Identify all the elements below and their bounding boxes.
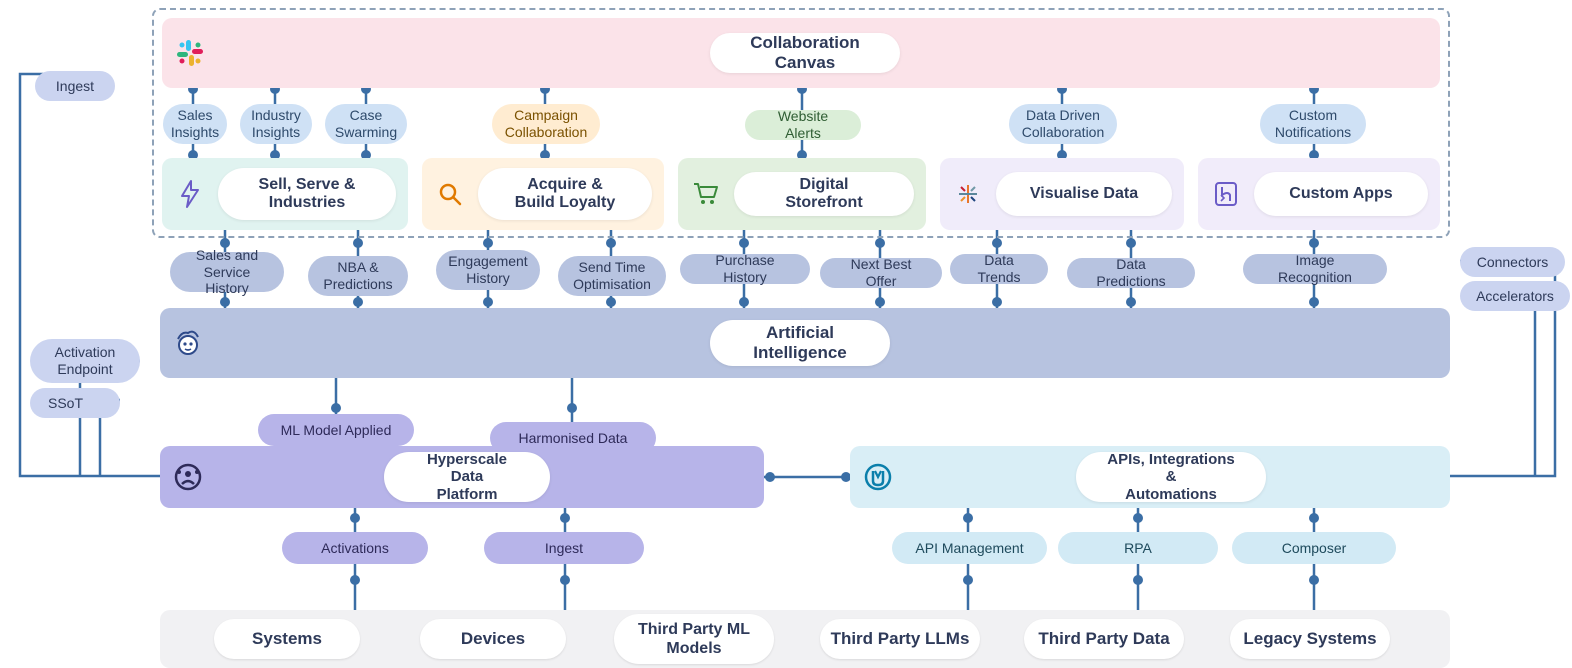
- einstein-icon: [160, 327, 216, 359]
- box-sell-serve: Sell, Serve & Industries: [162, 158, 408, 230]
- pill-ssot: SSoT: [30, 388, 120, 418]
- ai-title: Artificial Intelligence: [710, 320, 890, 366]
- label: SSoT: [48, 395, 83, 412]
- tag-sales-insights: Sales Insights: [163, 104, 227, 144]
- cart-icon: [678, 181, 734, 207]
- search-icon: [422, 181, 478, 207]
- hyperscale-title: Hyperscale Data Platform: [384, 452, 550, 502]
- tag-activations: Activations: [282, 532, 428, 564]
- label: Activation Endpoint: [55, 344, 116, 378]
- label: Accelerators: [1476, 288, 1554, 305]
- label: Connectors: [1477, 254, 1549, 271]
- bottom-legacy: Legacy Systems: [1230, 619, 1390, 659]
- pill-activation-endpoint: Activation Endpoint: [30, 339, 140, 383]
- tag-case-swarming: Case Swarming: [325, 104, 407, 144]
- tag-ingest-bottom: Ingest: [484, 532, 644, 564]
- box-storefront: Digital Storefront: [678, 158, 926, 230]
- tag-data-collab: Data Driven Collaboration: [1009, 104, 1117, 144]
- tag-industry-insights: Industry Insights: [240, 104, 312, 144]
- bottom-systems: Systems: [214, 619, 360, 659]
- visualise-title: Visualise Data: [996, 172, 1172, 216]
- apis-title: APIs, Integrations & Automations: [1076, 452, 1266, 502]
- tag-send-time: Send Time Optimisation: [558, 256, 666, 296]
- tag-custom-notif: Custom Notifications: [1260, 104, 1366, 144]
- storefront-title: Digital Storefront: [734, 172, 914, 216]
- tag-nba: NBA & Predictions: [308, 256, 408, 296]
- pill-connectors: Connectors: [1460, 247, 1565, 277]
- collab-canvas-title: Collaboration Canvas: [710, 33, 900, 73]
- slack-icon: [162, 38, 218, 68]
- tag-website-alerts: Website Alerts: [745, 110, 861, 140]
- bottom-devices: Devices: [420, 619, 566, 659]
- tableau-icon: [940, 181, 996, 207]
- box-visualise: Visualise Data: [940, 158, 1184, 230]
- mulesoft-icon: [850, 462, 906, 492]
- pill-ingest-left: Ingest: [35, 71, 115, 101]
- bottom-tpml: Third Party ML Models: [614, 614, 774, 664]
- lightning-icon: [162, 179, 218, 209]
- tag-data-predictions: Data Predictions: [1067, 258, 1195, 288]
- cdp-icon: [160, 462, 216, 492]
- box-acquire: Acquire & Build Loyalty: [422, 158, 664, 230]
- heroku-icon: [1198, 181, 1254, 207]
- bottom-tpdata: Third Party Data: [1024, 619, 1184, 659]
- tag-nbo: Next Best Offer: [820, 258, 942, 288]
- label: Collaboration Canvas: [740, 33, 870, 73]
- bottom-tpllm: Third Party LLMs: [820, 619, 980, 659]
- tag-data-trends: Data Trends: [950, 254, 1048, 284]
- tag-composer: Composer: [1232, 532, 1396, 564]
- pill-accelerators: Accelerators: [1460, 281, 1570, 311]
- tag-purchase-history: Purchase History: [680, 254, 810, 284]
- tag-api-management: API Management: [892, 532, 1047, 564]
- custom-apps-title: Custom Apps: [1254, 172, 1428, 216]
- tag-campaign-collab: Campaign Collaboration: [492, 104, 600, 144]
- tag-engagement-history: Engagement History: [436, 250, 540, 290]
- label: Ingest: [56, 78, 94, 95]
- acquire-title: Acquire & Build Loyalty: [478, 168, 652, 220]
- sell-serve-title: Sell, Serve & Industries: [218, 168, 396, 220]
- tag-image-recognition: Image Recognition: [1243, 254, 1387, 284]
- box-custom-apps: Custom Apps: [1198, 158, 1440, 230]
- tag-sales-history: Sales and Service History: [170, 252, 284, 292]
- tag-ml-applied: ML Model Applied: [258, 414, 414, 446]
- tag-rpa: RPA: [1058, 532, 1218, 564]
